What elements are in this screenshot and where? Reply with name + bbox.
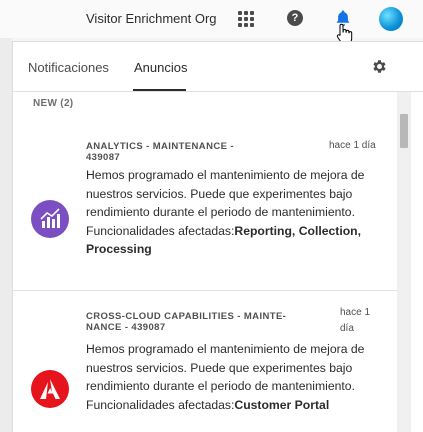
announcement-date: hace 1 día: [329, 140, 376, 151]
gear-icon[interactable]: [371, 58, 388, 75]
affected-features: Customer Portal: [234, 397, 330, 412]
background-page-strip: [0, 38, 12, 432]
top-bar: Visitor Enrichment Org ?: [0, 0, 423, 45]
affected-label: Funcionalidades afectadas:: [86, 397, 235, 412]
announcement-date: hace 1 día: [340, 307, 371, 334]
adobe-logo-icon: [31, 370, 69, 408]
apps-grid-icon[interactable]: [238, 11, 254, 27]
notifications-panel: Notificaciones Anuncios NEW (2) ANALYTIC…: [12, 41, 423, 432]
announcement-card[interactable]: ANALYTICS - MAINTENANCE - 439087 hace 1 …: [13, 118, 397, 291]
scroll-thumb[interactable]: [400, 114, 408, 148]
announcement-body: Hemos programado el mantenimiento de mej…: [86, 340, 386, 414]
panel-tabs: Notificaciones Anuncios: [13, 42, 423, 92]
tab-anuncios[interactable]: Anuncios: [134, 60, 187, 75]
affected-label: Funcionalidades afectadas:: [86, 223, 235, 238]
analytics-chart-icon: [31, 200, 69, 238]
announcement-title: CROSS-CLOUD CAPABILITIES - MAINTE-NANCE …: [86, 311, 287, 333]
panel-scrollbar[interactable]: [397, 92, 411, 432]
avatar[interactable]: [379, 7, 403, 31]
tab-notificaciones[interactable]: Notificaciones: [28, 60, 109, 75]
announcement-text: Hemos programado el mantenimiento de mej…: [86, 342, 365, 393]
announcement-title: ANALYTICS - MAINTENANCE - 439087: [86, 141, 234, 163]
announcement-body: Hemos programado el mantenimiento de mej…: [86, 166, 386, 259]
announcement-card[interactable]: CROSS-CLOUD CAPABILITIES - MAINTE-NANCE …: [13, 292, 397, 432]
tab-selected-indicator: [133, 89, 186, 91]
announcement-text: Hemos programado el mantenimiento de mej…: [86, 168, 365, 219]
help-icon[interactable]: ?: [287, 10, 303, 26]
org-switcher[interactable]: Visitor Enrichment Org: [86, 11, 217, 26]
new-section-label: NEW (2): [33, 98, 74, 109]
